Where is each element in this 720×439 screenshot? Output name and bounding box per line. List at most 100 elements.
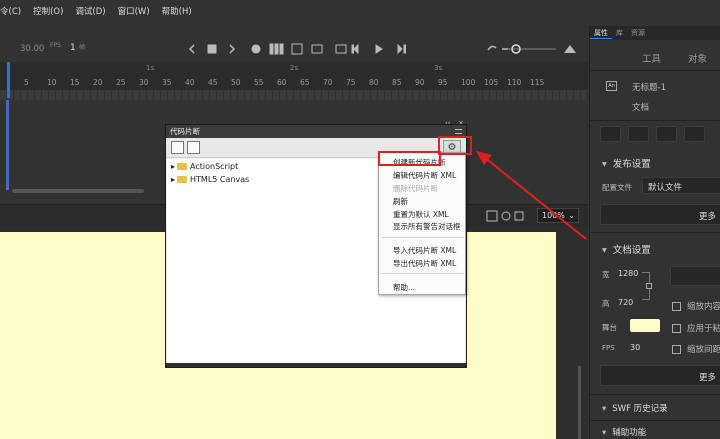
swf-history-header[interactable]: SWF 历史记录 xyxy=(602,402,667,414)
frame-tick-label: 115 xyxy=(530,78,545,87)
menu-help[interactable]: 帮助(H) xyxy=(156,5,198,17)
frame-tick-label: 5 xyxy=(24,78,29,87)
stage-scrollbar[interactable] xyxy=(578,366,581,439)
frame-tick-label: 60 xyxy=(277,78,287,87)
menu-window[interactable]: 窗口(W) xyxy=(112,5,156,17)
subtab-tools[interactable]: 工具 xyxy=(642,51,661,65)
subtab-object[interactable]: 对象 xyxy=(688,51,707,65)
frame-tick-label: 35 xyxy=(162,78,172,87)
frame-tick-label: 110 xyxy=(507,78,522,87)
frame-tick-label: 105 xyxy=(484,78,499,87)
snippets-context-menu: 创建新代码片断 编辑代码片断 XML 删除代码片断 刷新 重置为默认 XML 显… xyxy=(378,152,466,295)
menu-command[interactable]: 令(C) xyxy=(0,5,27,17)
menu-debug[interactable]: 调试(D) xyxy=(69,5,111,17)
frame-tick-label: 65 xyxy=(300,78,310,87)
scale-spacing-label: 缩放间距 xyxy=(687,345,720,355)
more-button-2[interactable]: 更多 xyxy=(600,365,720,386)
divider xyxy=(590,394,720,395)
menu-item-delete-snippet[interactable]: 删除代码片断 xyxy=(393,183,438,194)
menu-separator xyxy=(382,237,464,238)
panel-menu-icon[interactable] xyxy=(455,129,462,134)
align-button[interactable] xyxy=(628,126,649,142)
apply-paste-label: 应用于粘 xyxy=(687,324,720,334)
width-value[interactable]: 1280 xyxy=(618,269,638,278)
frame-cells[interactable] xyxy=(0,90,588,100)
size-input[interactable] xyxy=(670,266,720,286)
height-label: 高 xyxy=(602,299,610,308)
frame-number[interactable]: 1 xyxy=(70,43,76,53)
divider xyxy=(590,232,720,233)
frame-tick-label: 95 xyxy=(438,78,448,87)
menu-item-import-xml[interactable]: 导入代码片断 XML xyxy=(393,245,456,256)
folder-icon xyxy=(177,163,188,170)
frame-tick-label: 75 xyxy=(346,78,356,87)
red-arrow-annotation xyxy=(476,151,587,240)
dialog-status-bar xyxy=(166,363,466,367)
divider xyxy=(590,120,720,121)
more-label: 更多 xyxy=(699,212,717,222)
menu-control[interactable]: 控制(O) xyxy=(27,5,69,17)
menu-item-export-xml[interactable]: 导出代码片断 XML xyxy=(393,258,456,269)
fps-unit: FPS xyxy=(50,42,61,49)
zoom-slider[interactable] xyxy=(484,41,580,57)
profile-value: 默认文件 xyxy=(648,183,683,193)
menu-item-reset-xml[interactable]: 重置为默认 XML xyxy=(393,209,449,220)
scale-spacing-checkbox[interactable] xyxy=(672,345,681,354)
frame-tick-label: 50 xyxy=(231,78,241,87)
menu-item-help[interactable]: 帮助... xyxy=(393,282,415,293)
tab-library[interactable]: 库 xyxy=(612,28,627,38)
fps-value[interactable]: 30.00 xyxy=(20,44,44,54)
frame-tick-label: 90 xyxy=(415,78,425,87)
timeline-scrollbar[interactable] xyxy=(12,189,144,193)
publish-settings-header[interactable]: 发布设置 xyxy=(602,156,651,170)
frame-unit: 帧 xyxy=(79,44,86,51)
tree-item-label: HTML5 Canvas xyxy=(190,175,250,184)
copy-to-clipboard-icon[interactable] xyxy=(187,141,200,154)
frame-tick-label: 55 xyxy=(254,78,264,87)
frame-tick-label: 100 xyxy=(461,78,476,87)
profile-label: 配置文件 xyxy=(602,183,632,192)
accessibility-header[interactable]: 辅助功能 xyxy=(602,426,646,438)
frame-tick-label: 40 xyxy=(185,78,195,87)
timeline-ruler[interactable]: 1s 2s 3s 5 10 15 20 25 30 35 40 45 50 55 60 65 70 75 80… xyxy=(0,62,588,100)
fps-label: FPS xyxy=(602,344,615,352)
scale-content-label: 缩放内容 xyxy=(687,302,720,312)
playhead[interactable] xyxy=(7,62,10,98)
lock-icon[interactable] xyxy=(646,283,652,289)
tree-item-actionscript[interactable]: ▸ ActionScript xyxy=(171,162,238,171)
second-marker: 2s xyxy=(290,64,299,72)
second-marker: 3s xyxy=(434,64,443,72)
document-settings-header[interactable]: 文档设置 xyxy=(602,242,651,256)
menu-item-refresh[interactable]: 刷新 xyxy=(393,196,408,207)
expand-arrow-icon[interactable]: ▸ xyxy=(171,175,175,184)
document-type: 文档 xyxy=(632,103,650,113)
divider xyxy=(590,70,720,71)
panel-tabs: 属性 库 资源 xyxy=(590,26,720,40)
more-label-2: 更多 xyxy=(699,373,717,383)
guides-button[interactable] xyxy=(684,126,705,142)
stage-color-swatch[interactable] xyxy=(630,319,660,332)
tab-assets[interactable]: 资源 xyxy=(627,28,649,38)
folder-icon xyxy=(177,176,188,183)
playback-controls[interactable] xyxy=(186,41,418,57)
profile-select[interactable]: 默认文件 xyxy=(642,177,720,194)
frame-tick-label: 15 xyxy=(70,78,80,87)
snap-button[interactable] xyxy=(600,126,621,142)
expand-arrow-icon[interactable]: ▸ xyxy=(171,162,175,171)
more-button[interactable]: 更多 xyxy=(600,204,720,225)
menu-item-show-warnings[interactable]: 显示所有警告对话框 xyxy=(393,221,461,232)
frame-tick-label: 70 xyxy=(323,78,333,87)
fps-field[interactable]: 30 xyxy=(630,343,640,352)
frame-tick-label: 30 xyxy=(139,78,149,87)
tree-item-label: ActionScript xyxy=(190,162,239,171)
corner-button[interactable] xyxy=(656,126,677,142)
tree-item-html5-canvas[interactable]: ▸ HTML5 Canvas xyxy=(171,175,249,184)
add-to-frame-icon[interactable] xyxy=(171,141,184,154)
height-value[interactable]: 720 xyxy=(618,298,633,307)
properties-panel: 属性 库 资源 工具 对象 An 无标题-1 文档 发布设置 配置文件 默认文件… xyxy=(589,26,720,439)
menu-item-edit-xml[interactable]: 编辑代码片断 XML xyxy=(393,170,456,181)
scale-content-checkbox[interactable] xyxy=(672,302,681,311)
document-icon: An xyxy=(606,81,617,91)
tab-properties[interactable]: 属性 xyxy=(590,28,612,39)
apply-paste-checkbox[interactable] xyxy=(672,324,681,333)
